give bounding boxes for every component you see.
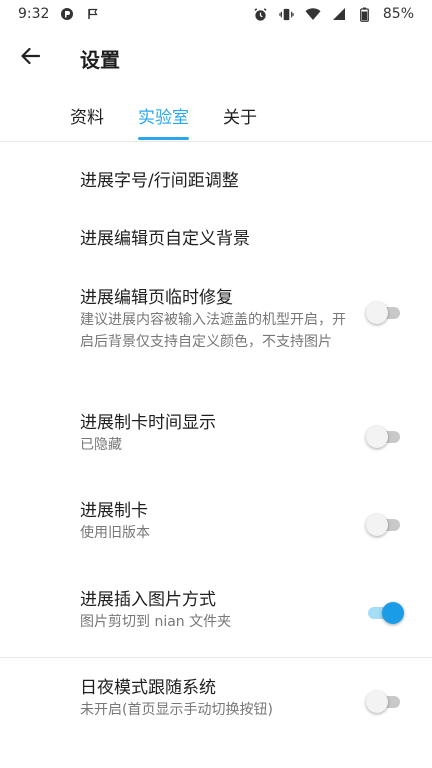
setting-day-night[interactable]: 日夜模式跟随系统 未开启(首页显示手动切换按钮) — [0, 677, 432, 721]
card-time-toggle[interactable] — [366, 425, 402, 449]
alarm-icon — [253, 6, 269, 22]
flag-icon — [85, 6, 101, 22]
tab-lab[interactable]: 实验室 — [138, 88, 189, 142]
insert-image-toggle[interactable] — [366, 601, 404, 625]
setting-subtitle: 使用旧版本 — [80, 525, 150, 541]
setting-insert-image[interactable]: 进展插入图片方式 图片剪切到 nian 文件夹 — [0, 589, 432, 633]
setting-title: 进展制卡 — [80, 501, 148, 521]
toggle-thumb — [366, 302, 388, 324]
setting-subtitle: 图片剪切到 nian 文件夹 — [80, 614, 232, 630]
setting-title: 进展编辑页自定义背景 — [80, 229, 250, 249]
setting-edit-background[interactable]: 进展编辑页自定义背景 — [0, 228, 432, 250]
setting-card-make[interactable]: 进展制卡 使用旧版本 — [0, 500, 432, 544]
setting-title: 进展编辑页临时修复 — [80, 288, 233, 308]
tab-label: 关于 — [223, 107, 257, 128]
card-make-toggle[interactable] — [366, 513, 402, 537]
toggle-thumb — [382, 602, 404, 624]
tab-about[interactable]: 关于 — [223, 88, 257, 142]
back-button[interactable] — [0, 28, 60, 88]
setting-subtitle: 建议进展内容被输入法遮盖的机型开启，开启后背景仅支持自定义颜色，不支持图片 — [80, 312, 346, 350]
status-time: 9:32 — [18, 6, 50, 22]
setting-subtitle: 未开启(首页显示手动切换按钮) — [80, 702, 273, 718]
tab-bar: 资料 实验室 关于 — [0, 88, 432, 142]
status-bar: 9:32 85% — [0, 0, 432, 28]
toggle-thumb — [366, 691, 388, 713]
day-night-toggle[interactable] — [366, 690, 402, 714]
tab-divider — [0, 141, 432, 142]
temp-fix-toggle[interactable] — [366, 301, 402, 325]
app-bar: 设置 — [0, 28, 432, 88]
setting-title: 日夜模式跟随系统 — [80, 678, 216, 698]
setting-edit-temp-fix[interactable]: 进展编辑页临时修复 建议进展内容被输入法遮盖的机型开启，开启后背景仅支持自定义颜… — [0, 287, 432, 353]
setting-title: 进展制卡时间显示 — [80, 413, 216, 433]
setting-card-time[interactable]: 进展制卡时间显示 已隐藏 — [0, 412, 432, 456]
setting-title: 进展插入图片方式 — [80, 590, 216, 610]
tab-profile[interactable]: 资料 — [70, 88, 104, 142]
wifi-icon — [305, 6, 321, 22]
app-notification-icon — [59, 6, 75, 22]
toggle-thumb — [366, 514, 388, 536]
battery-icon — [357, 6, 373, 22]
vibrate-icon — [279, 6, 295, 22]
setting-subtitle: 已隐藏 — [80, 437, 122, 453]
battery-percentage: 85% — [382, 6, 414, 22]
signal-icon — [331, 6, 347, 22]
tab-label: 实验室 — [138, 107, 189, 128]
page-title: 设置 — [80, 47, 120, 72]
toggle-thumb — [366, 426, 388, 448]
tab-label: 资料 — [70, 107, 104, 128]
setting-title: 进展字号/行间距调整 — [80, 171, 239, 191]
setting-font-size[interactable]: 进展字号/行间距调整 — [0, 170, 432, 192]
arrow-left-icon — [20, 47, 41, 69]
section-divider — [0, 657, 432, 658]
active-tab-indicator — [138, 137, 189, 140]
